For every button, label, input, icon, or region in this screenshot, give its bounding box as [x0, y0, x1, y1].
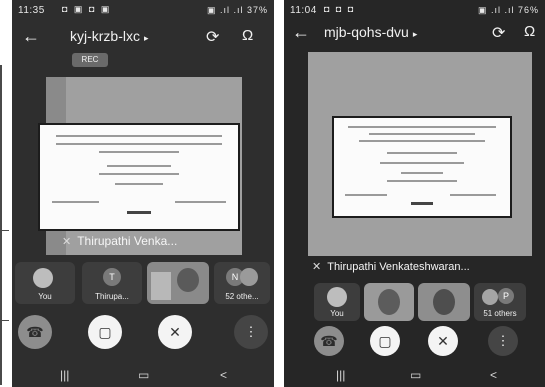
- mic-toggle-button[interactable]: ✕: [428, 326, 458, 356]
- back-arrow-icon[interactable]: ←: [292, 22, 310, 43]
- recents-icon[interactable]: |||: [336, 368, 345, 382]
- audio-output-icon[interactable]: Ω: [524, 23, 535, 40]
- participant-tile-you[interactable]: You: [314, 283, 360, 321]
- slide-line: [107, 165, 171, 167]
- switch-camera-icon[interactable]: ⟳: [206, 27, 219, 47]
- home-icon[interactable]: ▭: [138, 368, 149, 382]
- status-bar: 11:35 ◘ ▣ ◘ ▣ ▣ .ıl .ıl 37%: [12, 0, 274, 20]
- meeting-code-text: mjb-qohs-dvu: [324, 24, 409, 40]
- presentation-stage: [308, 52, 532, 256]
- participant-label: You: [38, 292, 52, 301]
- meeting-code-text: kyj-krzb-lxc: [70, 28, 140, 44]
- participant-tile-others[interactable]: P 51 others: [474, 283, 526, 321]
- android-nav-bar: ||| ▭ <: [284, 365, 545, 387]
- chevron-right-icon: ▸: [144, 33, 149, 43]
- meeting-code[interactable]: mjb-qohs-dvu ▸: [324, 24, 417, 40]
- home-icon[interactable]: ▭: [410, 368, 421, 382]
- meeting-code[interactable]: kyj-krzb-lxc ▸: [70, 28, 149, 44]
- slide-line: [450, 194, 496, 196]
- phone-screenshot-b: 11:04 ◘ ◘ ◘ ▣ .ıl .ıl 76% ← mjb-qohs-dvu…: [284, 0, 545, 387]
- slide-line: [174, 201, 227, 203]
- nav-back-icon[interactable]: <: [490, 368, 497, 382]
- avatar: [33, 268, 53, 288]
- nav-back-icon[interactable]: <: [220, 368, 227, 382]
- more-options-button[interactable]: ⋮: [488, 326, 518, 356]
- back-arrow-icon[interactable]: ←: [22, 26, 40, 47]
- slide-line: [99, 173, 179, 175]
- avatar: [327, 287, 347, 307]
- participant-label: 52 othe...: [225, 292, 259, 301]
- meeting-header: ← kyj-krzb-lxc ▸ ⟳ Ω: [12, 22, 274, 52]
- status-time: 11:35: [18, 5, 45, 16]
- participant-label: You: [330, 309, 344, 318]
- avatar: [482, 289, 498, 305]
- shared-slide: [38, 123, 240, 231]
- slide-signature: [127, 211, 151, 214]
- participant-face: [177, 268, 199, 292]
- android-nav-bar: ||| ▭ <: [12, 365, 274, 387]
- avatar: T: [103, 268, 121, 286]
- avatar: P: [498, 288, 514, 304]
- slide-line: [400, 172, 444, 174]
- presenter-name: Thirupathi Venka...: [77, 234, 178, 248]
- slide-line: [115, 183, 163, 185]
- slide-line: [348, 126, 496, 128]
- presenter-nameplate: ✕ Thirupathi Venka...: [62, 234, 252, 248]
- slide-signature: [411, 202, 433, 205]
- notification-icons: ◘ ◘ ◘: [324, 4, 356, 14]
- participant-face: [378, 289, 400, 315]
- notification-icons: ◘ ▣ ◘ ▣: [62, 4, 112, 14]
- mic-off-icon: ✕: [62, 236, 72, 248]
- participant-tile-video[interactable]: [147, 262, 209, 304]
- mic-off-icon: ✕: [312, 261, 322, 273]
- slide-line: [99, 151, 179, 153]
- slide-line: [386, 180, 458, 182]
- participant-tile-others[interactable]: N 52 othe...: [214, 262, 270, 304]
- status-time: 11:04: [290, 5, 317, 16]
- slide-line: [344, 194, 387, 196]
- slide-line: [51, 201, 100, 203]
- shared-slide: [332, 116, 512, 218]
- participant-background: [151, 272, 171, 300]
- slide-line: [55, 143, 223, 145]
- battery-signal-indicator: ▣ .ıl .ıl 76%: [477, 5, 539, 15]
- participant-tile-you[interactable]: You: [15, 262, 75, 304]
- recording-badge: REC: [72, 53, 108, 67]
- end-call-button[interactable]: ☎: [18, 315, 52, 349]
- battery-signal-indicator: ▣ .ıl .ıl 37%: [206, 5, 268, 15]
- end-call-button[interactable]: ☎: [314, 326, 344, 356]
- meeting-header: ← mjb-qohs-dvu ▸ ⟳ Ω: [284, 18, 545, 48]
- phone-screenshot-a: 11:35 ◘ ▣ ◘ ▣ ▣ .ıl .ıl 37% ← kyj-krzb-l…: [12, 0, 274, 387]
- presenter-nameplate: ✕ Thirupathi Venkateshwaran...: [312, 260, 542, 273]
- recents-icon[interactable]: |||: [60, 368, 69, 382]
- presentation-stage: [38, 77, 242, 255]
- slide-line: [358, 140, 486, 142]
- mic-toggle-button[interactable]: ✕: [158, 315, 192, 349]
- participant-face: [433, 289, 455, 315]
- participant-tile-video-2[interactable]: [418, 283, 470, 321]
- camera-toggle-button[interactable]: ▢: [88, 315, 122, 349]
- participant-label: 51 others: [483, 309, 517, 318]
- left-edge-strip: [0, 65, 2, 385]
- more-options-button[interactable]: ⋮: [234, 315, 268, 349]
- camera-toggle-button[interactable]: ▢: [370, 326, 400, 356]
- participant-tile-thirupathi[interactable]: T Thirupa...: [82, 262, 142, 304]
- slide-line: [55, 135, 223, 137]
- left-edge-tick-2: [0, 320, 9, 321]
- left-edge-tick-1: [0, 230, 9, 231]
- switch-camera-icon[interactable]: ⟳: [492, 23, 505, 43]
- slide-line: [369, 133, 475, 135]
- audio-output-icon[interactable]: Ω: [242, 27, 253, 44]
- status-bar: 11:04 ◘ ◘ ◘ ▣ .ıl .ıl 76%: [284, 0, 545, 20]
- participant-label: Thirupa...: [95, 292, 129, 301]
- chevron-right-icon: ▸: [412, 29, 418, 39]
- slide-line: [386, 152, 458, 154]
- slide-line: [379, 162, 465, 164]
- presenter-name: Thirupathi Venkateshwaran...: [327, 261, 470, 273]
- avatar: [240, 268, 258, 286]
- participant-tile-video[interactable]: [364, 283, 414, 321]
